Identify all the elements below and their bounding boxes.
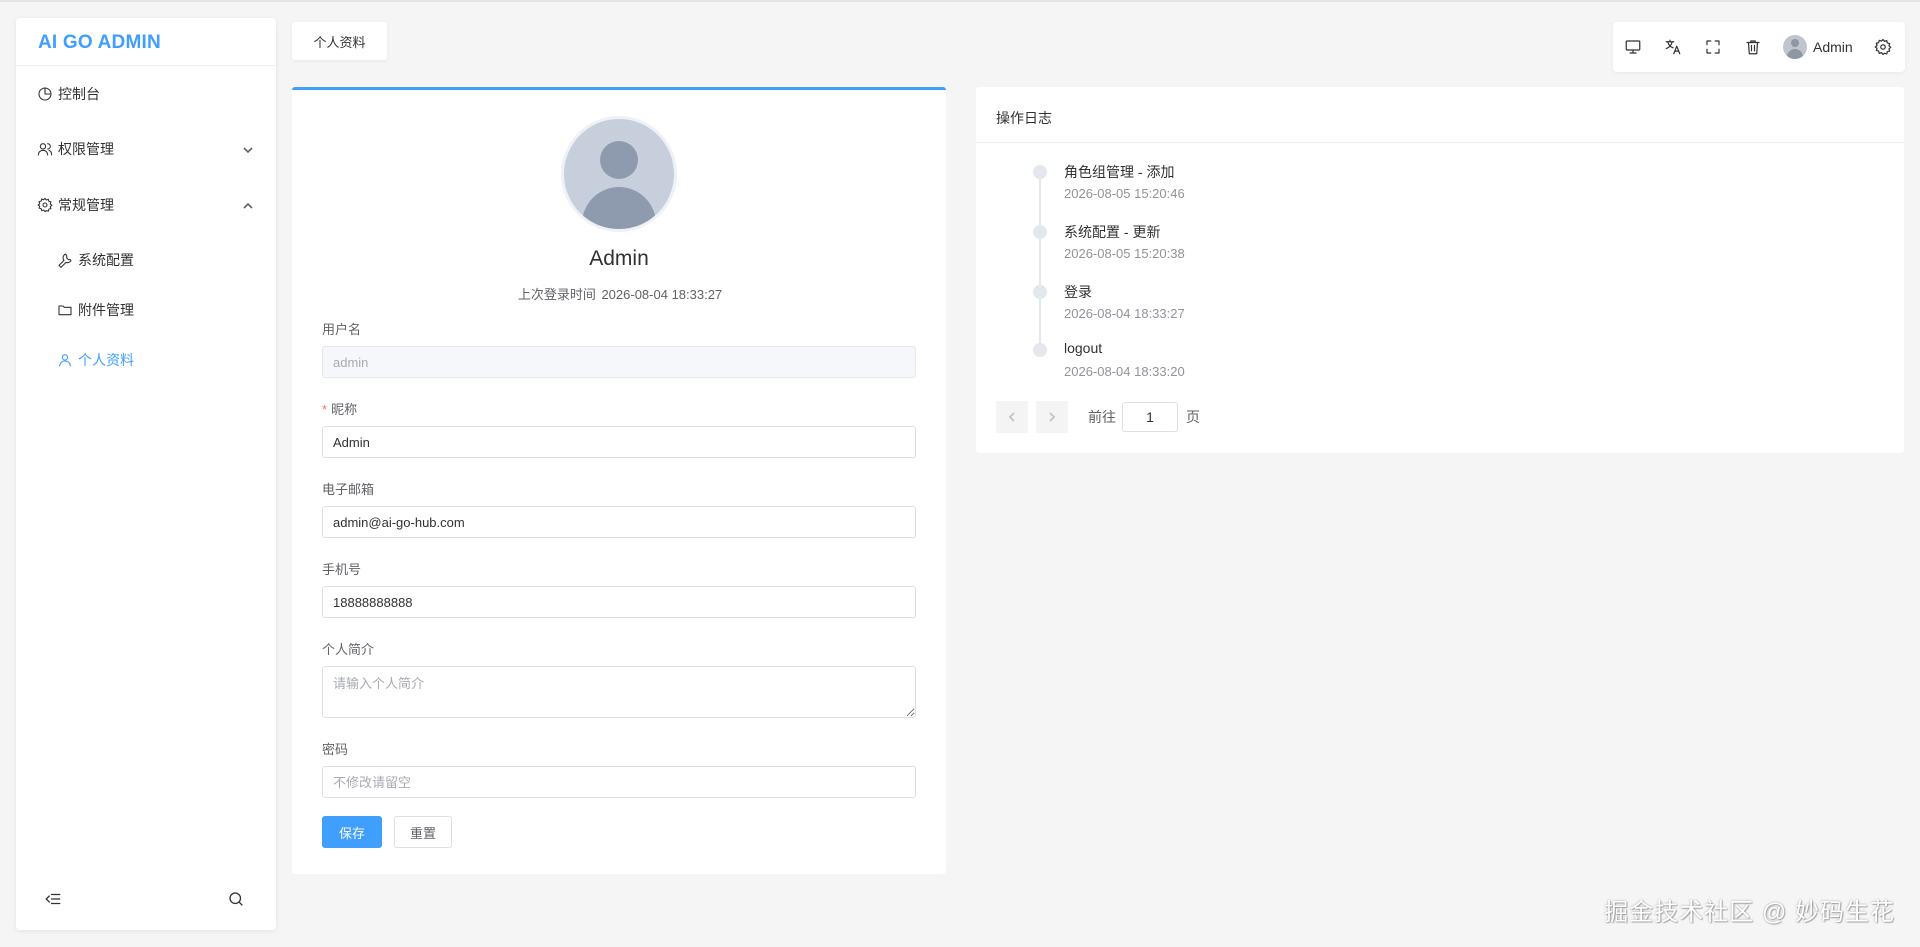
top-border [0, 0, 1920, 2]
timeline-dot [1033, 343, 1047, 357]
timeline-time: 2026-08-04 18:33:27 [1064, 306, 1185, 321]
watermark: 掘金技术社区 @ 妙码生花 [1604, 899, 1895, 926]
required-mark: * [322, 402, 328, 417]
timeline-time: 2026-08-04 18:33:20 [1064, 364, 1185, 379]
chevron-down-icon [242, 143, 254, 155]
user-icon [56, 351, 74, 369]
username-label: 用户名 [322, 322, 362, 337]
sidebar-item-label: 系统配置 [78, 252, 134, 268]
sidebar: AI GO ADMIN 控制台 权限管理 常规管理 系统配置 附件管理 个人资料 [16, 18, 276, 930]
fullscreen-icon[interactable] [1703, 37, 1723, 57]
timeline-title: 角色组管理 - 添加 [1064, 164, 1175, 180]
timeline-dot [1033, 285, 1047, 299]
sidebar-item-label: 常规管理 [58, 197, 114, 213]
reset-button[interactable]: 重置 [394, 816, 452, 848]
timeline-dot [1033, 165, 1047, 179]
last-login-label: 上次登录时间 [517, 287, 596, 302]
next-page-button[interactable] [1036, 401, 1068, 433]
trash-icon[interactable] [1743, 37, 1763, 57]
avatar [1783, 35, 1807, 59]
indent-icon[interactable] [44, 890, 64, 910]
tab-profile[interactable]: 个人资料 [292, 22, 387, 60]
chevron-right-icon [1049, 412, 1056, 422]
log-title: 操作日志 [976, 87, 1904, 143]
timeline-title: 登录 [1064, 284, 1092, 300]
last-login: 上次登录时间 2026-08-04 18:33:27 [292, 284, 946, 303]
wrench-icon [56, 251, 74, 269]
search-icon[interactable] [227, 890, 247, 910]
nickname-field[interactable] [322, 426, 916, 458]
timeline-title: 系统配置 - 更新 [1064, 224, 1161, 240]
chevron-left-icon [1008, 412, 1015, 422]
profile-card: Admin 上次登录时间 2026-08-04 18:33:27 用户名 *昵称… [292, 87, 946, 874]
sidebar-item-permissions[interactable]: 权限管理 [16, 129, 276, 169]
header-toolbar: Admin [1613, 22, 1905, 72]
chevron-up-icon [242, 199, 254, 211]
operation-log-card: 操作日志 角色组管理 - 添加 2026-08-05 15:20:46 系统配置… [976, 87, 1904, 453]
page-input[interactable] [1122, 402, 1178, 432]
users-icon [36, 140, 54, 158]
pie-chart-icon [36, 85, 54, 103]
phone-label: 手机号 [322, 562, 362, 577]
last-login-time: 2026-08-04 18:33:27 [601, 287, 723, 302]
timeline-dot [1033, 225, 1047, 239]
password-label: 密码 [322, 742, 349, 757]
email-field[interactable] [322, 506, 916, 538]
bio-field[interactable] [322, 666, 916, 718]
sidebar-item-label: 控制台 [58, 86, 100, 102]
sidebar-footer [16, 890, 276, 914]
timeline-title: logout [1064, 340, 1103, 356]
user-menu[interactable]: Admin [1783, 34, 1853, 60]
sidebar-item-general[interactable]: 常规管理 [16, 185, 276, 225]
profile-name: Admin [589, 247, 649, 270]
sidebar-item-label: 个人资料 [78, 352, 134, 368]
timeline-time: 2026-08-05 15:20:38 [1064, 246, 1185, 261]
sidebar-item-label: 附件管理 [78, 302, 134, 318]
sidebar-item-attachments[interactable]: 附件管理 [16, 290, 276, 330]
user-name: Admin [1813, 39, 1853, 55]
profile-avatar[interactable] [564, 119, 674, 229]
timeline-line [1039, 171, 1041, 355]
folder-icon [56, 301, 74, 319]
sidebar-item-label: 权限管理 [58, 141, 114, 157]
app-logo[interactable]: AI GO ADMIN [16, 18, 276, 66]
username-field [322, 346, 916, 378]
sidebar-item-system-config[interactable]: 系统配置 [16, 240, 276, 280]
nickname-label: * 昵称 [322, 402, 358, 417]
prev-page-button[interactable] [996, 401, 1028, 433]
timeline-time: 2026-08-05 15:20:46 [1064, 186, 1185, 201]
goto-label: 前往 [1088, 409, 1116, 425]
gear-icon [36, 196, 54, 214]
phone-field[interactable] [322, 586, 916, 618]
password-field[interactable] [322, 766, 916, 798]
email-label: 电子邮箱 [322, 482, 375, 497]
sidebar-item-dashboard[interactable]: 控制台 [16, 74, 276, 114]
translate-icon[interactable] [1663, 37, 1683, 57]
pagination: 前往 页 [996, 401, 1200, 433]
save-button[interactable]: 保存 [322, 816, 382, 848]
monitor-icon[interactable] [1623, 37, 1643, 57]
page-suffix: 页 [1186, 409, 1200, 425]
bio-label: 个人简介 [322, 642, 375, 657]
sidebar-item-profile[interactable]: 个人资料 [16, 340, 276, 380]
settings-icon[interactable] [1873, 37, 1893, 57]
